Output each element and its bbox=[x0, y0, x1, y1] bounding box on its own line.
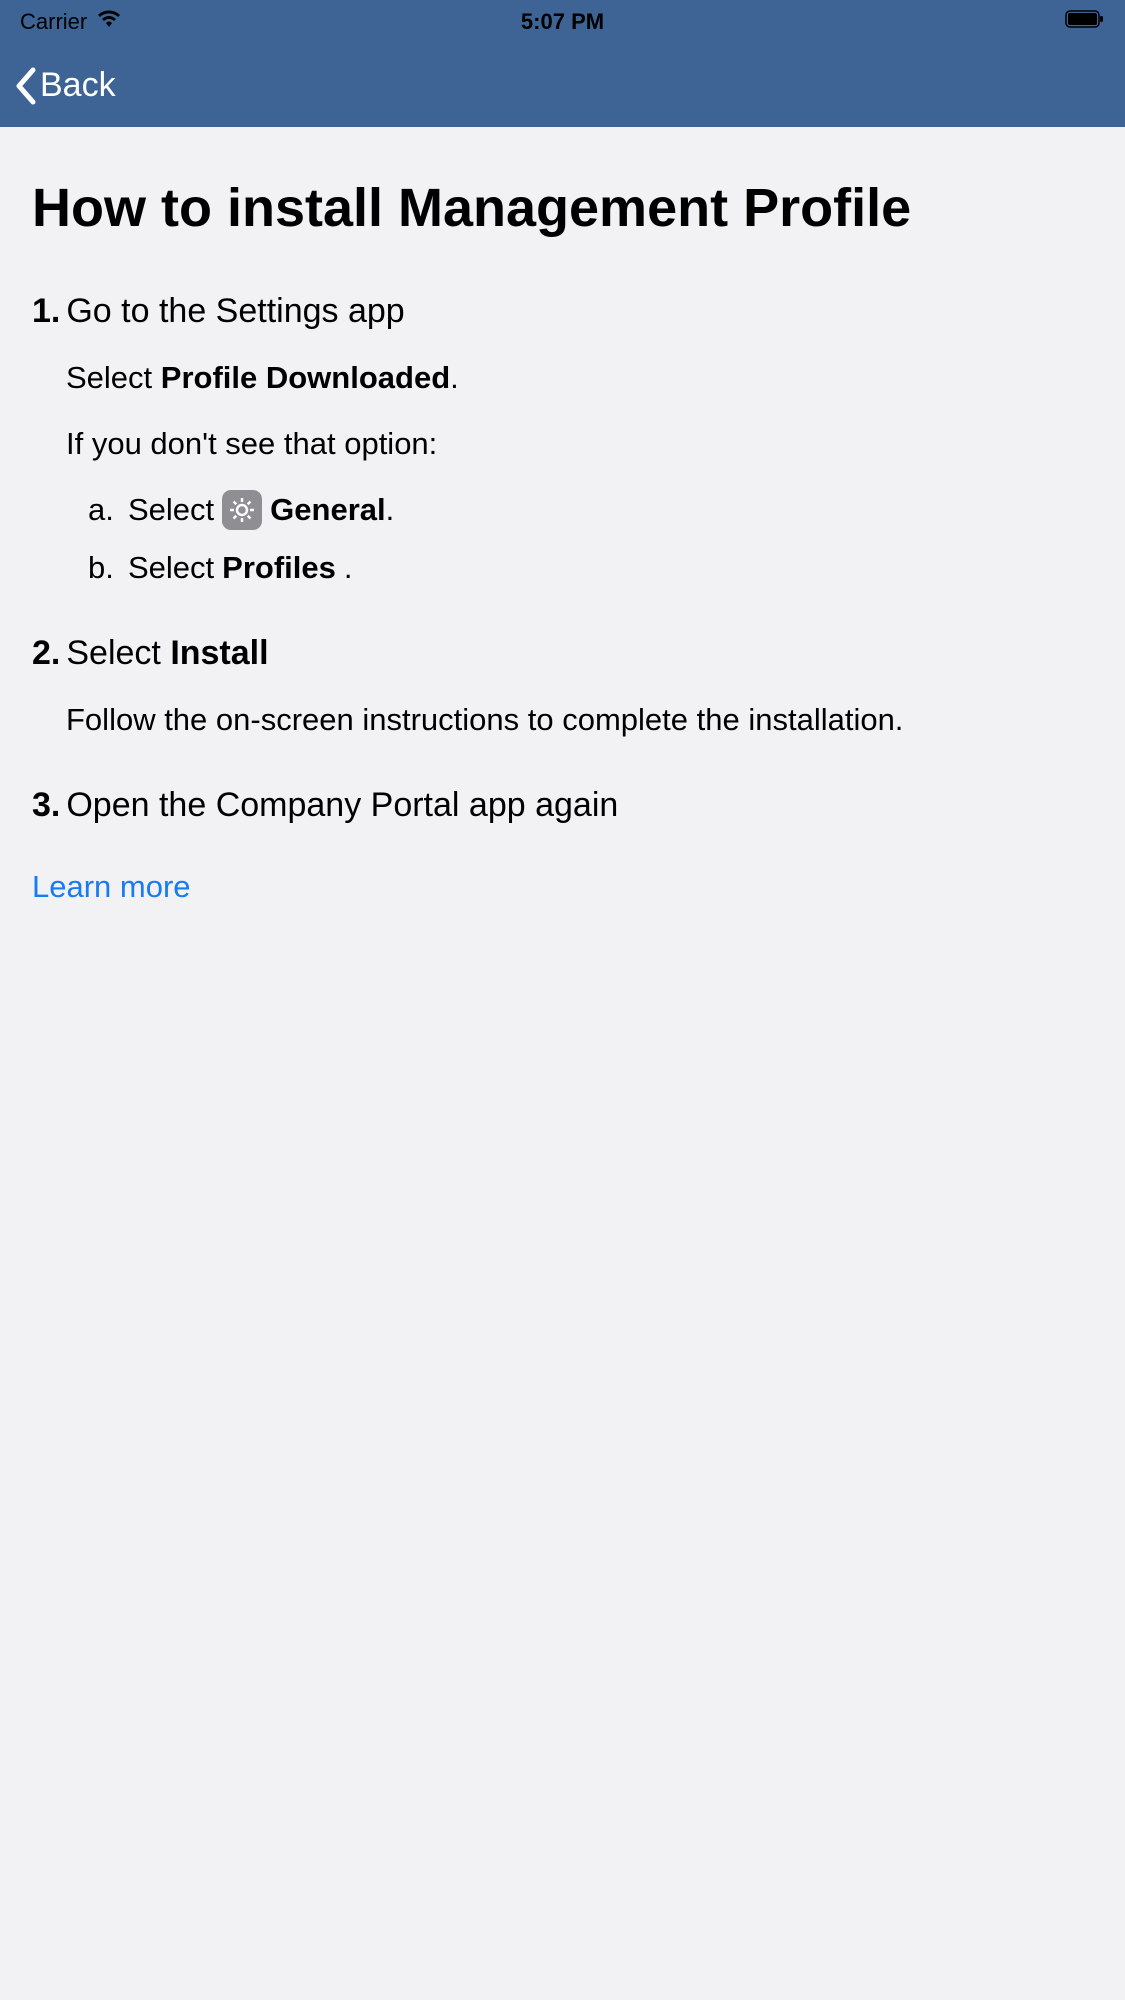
step-title: Go to the Settings app bbox=[66, 289, 404, 333]
wifi-icon bbox=[97, 9, 121, 35]
step-1-body: Select Profile Downloaded. If you don't … bbox=[66, 357, 1093, 588]
step-title: Open the Company Portal app again bbox=[66, 783, 618, 827]
text: . bbox=[386, 492, 395, 527]
text: Select bbox=[66, 634, 170, 672]
chevron-left-icon bbox=[14, 67, 36, 105]
text: Select bbox=[128, 489, 214, 531]
step-title: Select Install bbox=[66, 631, 268, 675]
sub-content: Select bbox=[128, 489, 394, 531]
step-2-body: Follow the on-screen instructions to com… bbox=[66, 699, 1093, 741]
step-3: 3. Open the Company Portal app again bbox=[32, 783, 1093, 827]
status-right bbox=[1065, 9, 1105, 35]
step-1-header: 1. Go to the Settings app bbox=[32, 289, 1093, 333]
status-bar: Carrier 5:07 PM bbox=[0, 0, 1125, 44]
back-label: Back bbox=[40, 66, 116, 105]
text: Select bbox=[66, 360, 161, 395]
step-2-header: 2. Select Install bbox=[32, 631, 1093, 675]
step-number: 1. bbox=[32, 289, 60, 333]
text-bold: Profile Downloaded bbox=[161, 360, 450, 395]
sub-item-b: b. Select Profiles. bbox=[88, 547, 1093, 589]
step-2: 2. Select Install Follow the on-screen i… bbox=[32, 631, 1093, 741]
sub-item-a: a. Select bbox=[88, 489, 1093, 531]
step-number: 3. bbox=[32, 783, 60, 827]
text: Select bbox=[128, 547, 214, 589]
text-bold: General bbox=[270, 492, 385, 527]
step-number: 2. bbox=[32, 631, 60, 675]
sub-letter: a. bbox=[88, 489, 114, 531]
step-2-text: Follow the on-screen instructions to com… bbox=[66, 699, 1093, 741]
step-1: 1. Go to the Settings app Select Profile… bbox=[32, 289, 1093, 589]
status-time: 5:07 PM bbox=[521, 9, 604, 35]
status-left: Carrier bbox=[20, 9, 121, 35]
sub-list: a. Select bbox=[88, 489, 1093, 589]
content: How to install Management Profile 1. Go … bbox=[0, 127, 1125, 955]
battery-icon bbox=[1065, 9, 1105, 35]
back-button[interactable]: Back bbox=[14, 66, 116, 105]
text: . bbox=[450, 360, 459, 395]
gear-icon bbox=[222, 490, 262, 530]
step-3-header: 3. Open the Company Portal app again bbox=[32, 783, 1093, 827]
sub-letter: b. bbox=[88, 547, 114, 589]
nav-bar: Back bbox=[0, 44, 1125, 127]
learn-more-link[interactable]: Learn more bbox=[32, 869, 1093, 905]
text-bold: Install bbox=[170, 634, 268, 672]
text-bold: Profiles bbox=[222, 547, 336, 589]
page-title: How to install Management Profile bbox=[32, 177, 1093, 239]
step-1-line2: If you don't see that option: bbox=[66, 423, 1093, 465]
text: . bbox=[344, 547, 353, 589]
carrier-label: Carrier bbox=[20, 9, 87, 35]
sub-content: Select Profiles. bbox=[128, 547, 353, 589]
step-1-line1: Select Profile Downloaded. bbox=[66, 357, 1093, 399]
